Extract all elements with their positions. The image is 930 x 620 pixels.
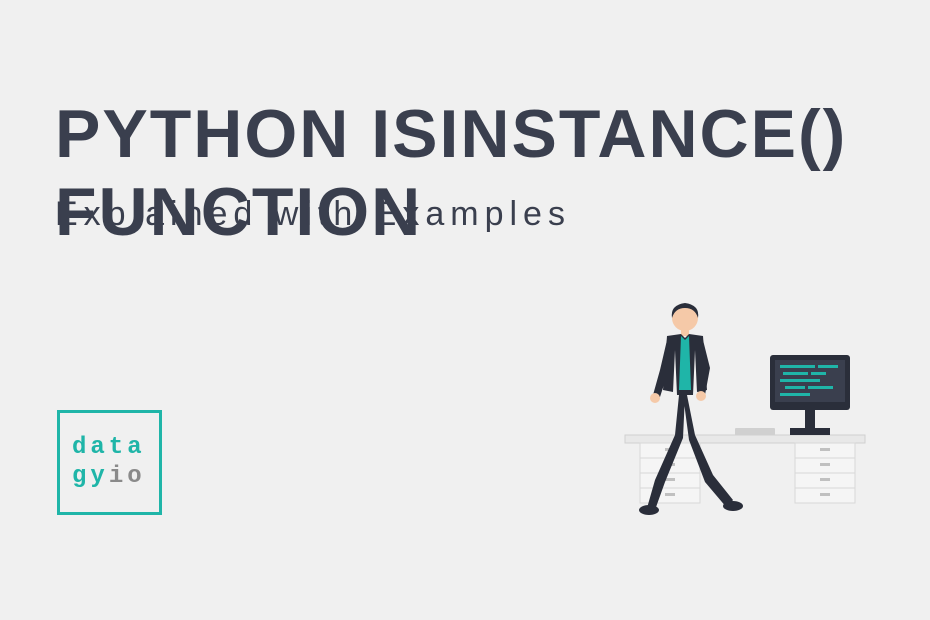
logo-line1: data: [72, 434, 159, 463]
person-computer-illustration: [605, 300, 875, 520]
logo-line2: gyio: [72, 463, 159, 492]
logo-gy: gy: [72, 463, 109, 490]
logo-io: io: [109, 463, 146, 490]
page-subtitle: Explained with Examples: [55, 195, 571, 234]
logo: data gyio: [57, 410, 162, 515]
